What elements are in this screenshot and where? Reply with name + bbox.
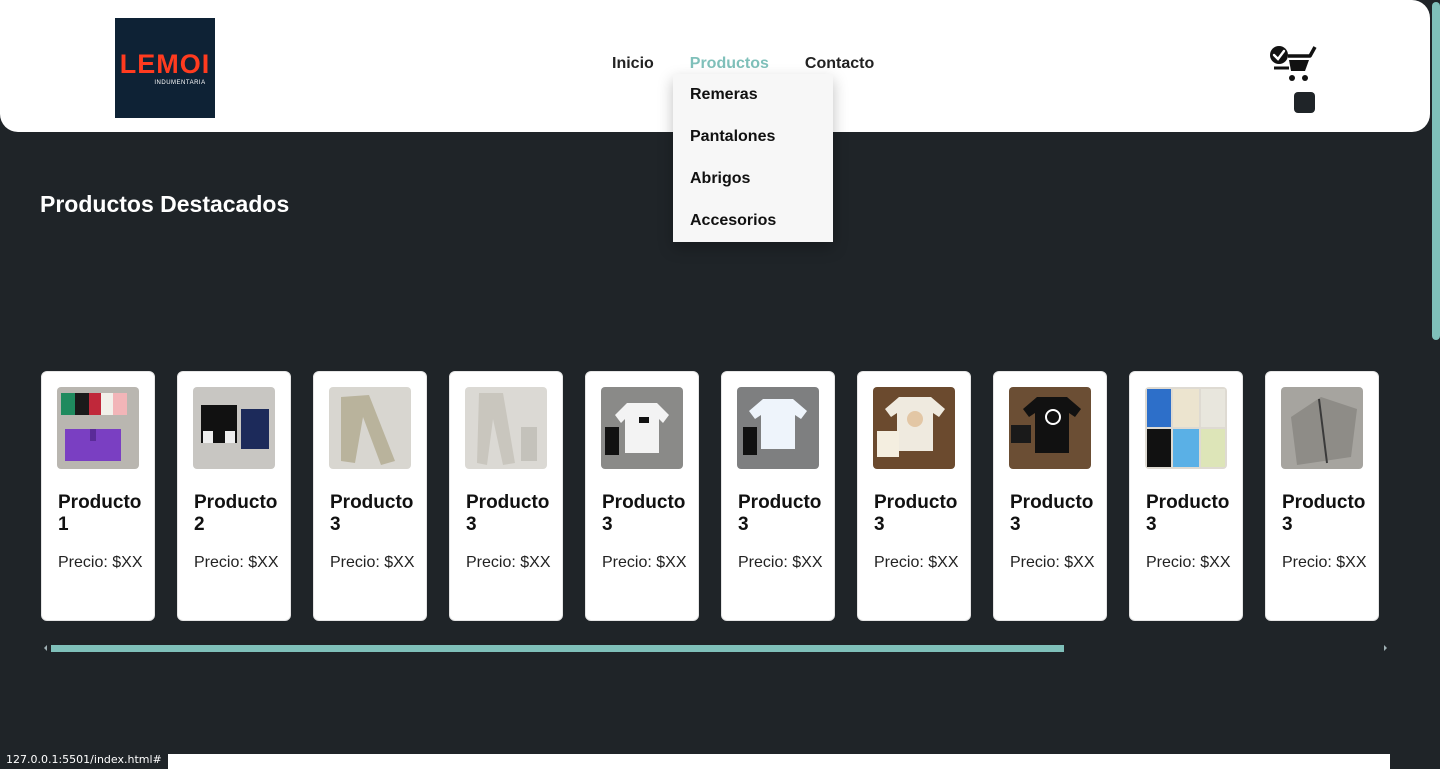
dropdown-item-pantalones[interactable]: Pantalones (673, 116, 833, 158)
nav-contacto[interactable]: Contacto (805, 55, 874, 73)
product-image (873, 387, 955, 469)
product-price: Precio: $XX (874, 554, 959, 571)
product-image (1281, 387, 1363, 469)
browser-status-url: 127.0.0.1:5501/index.html# (0, 750, 168, 769)
product-price: Precio: $XX (1282, 554, 1367, 571)
product-image (601, 387, 683, 469)
nav-productos[interactable]: Productos (690, 55, 769, 73)
logo-text: LEMOI (119, 48, 211, 79)
scroll-left-arrow-icon[interactable] (44, 645, 47, 651)
product-name: Producto 3 (330, 492, 414, 535)
product-image (465, 387, 547, 469)
product-price: Precio: $XX (1010, 554, 1095, 571)
carousel-scroll-thumb[interactable] (51, 645, 1064, 652)
logo-subtext: INDUMENTARIA (154, 79, 206, 86)
product-card[interactable]: Producto 3 Precio: $XX (721, 371, 835, 621)
product-card[interactable]: Producto 3 Precio: $XX (585, 371, 699, 621)
product-price: Precio: $XX (602, 554, 687, 571)
productos-dropdown: Remeras Pantalones Abrigos Accesorios (673, 74, 833, 242)
product-name: Producto 3 (466, 492, 550, 535)
product-card[interactable]: Producto 3 Precio: $XX (1129, 371, 1243, 621)
product-image (1009, 387, 1091, 469)
dropdown-item-abrigos[interactable]: Abrigos (673, 158, 833, 200)
footer-edge (152, 754, 1390, 769)
product-price: Precio: $XX (330, 554, 415, 571)
product-image (737, 387, 819, 469)
product-price: Precio: $XX (58, 554, 143, 571)
product-name: Producto 3 (602, 492, 686, 535)
product-card[interactable]: Producto 3 Precio: $XX (313, 371, 427, 621)
product-name: Producto 3 (1282, 492, 1366, 535)
product-carousel: Producto 1 Precio: $XX Producto 2 Precio… (41, 371, 1379, 621)
page-scroll-thumb[interactable] (1432, 2, 1440, 340)
product-name: Producto 3 (1146, 492, 1230, 535)
shopping-cart-check-icon[interactable] (1268, 44, 1318, 84)
product-price: Precio: $XX (466, 554, 551, 571)
main-nav: Inicio Productos Contacto (612, 55, 874, 73)
product-price: Precio: $XX (194, 554, 279, 571)
dropdown-item-accesorios[interactable]: Accesorios (673, 200, 833, 242)
product-name: Producto 3 (738, 492, 822, 535)
product-card[interactable]: Producto 3 Precio: $XX (993, 371, 1107, 621)
carousel-scrollbar[interactable] (41, 642, 1390, 654)
product-card[interactable]: Producto 3 Precio: $XX (1265, 371, 1379, 621)
section-title: Productos Destacados (40, 191, 290, 217)
cart-badge (1294, 92, 1315, 113)
product-image (57, 387, 139, 469)
product-image (1145, 387, 1227, 469)
product-price: Precio: $XX (738, 554, 823, 571)
product-name: Producto 1 (58, 492, 142, 535)
dropdown-item-remeras[interactable]: Remeras (673, 74, 833, 116)
product-name: Producto 3 (874, 492, 958, 535)
product-image (329, 387, 411, 469)
product-card[interactable]: Producto 1 Precio: $XX (41, 371, 155, 621)
brand-logo[interactable]: LEMOI INDUMENTARIA (115, 18, 215, 118)
product-price: Precio: $XX (1146, 554, 1231, 571)
product-card[interactable]: Producto 3 Precio: $XX (449, 371, 563, 621)
product-card[interactable]: Producto 3 Precio: $XX (857, 371, 971, 621)
nav-inicio[interactable]: Inicio (612, 55, 654, 73)
product-name: Producto 3 (1010, 492, 1094, 535)
scroll-right-arrow-icon[interactable] (1384, 645, 1387, 651)
product-image (193, 387, 275, 469)
product-card[interactable]: Producto 2 Precio: $XX (177, 371, 291, 621)
product-name: Producto 2 (194, 492, 278, 535)
